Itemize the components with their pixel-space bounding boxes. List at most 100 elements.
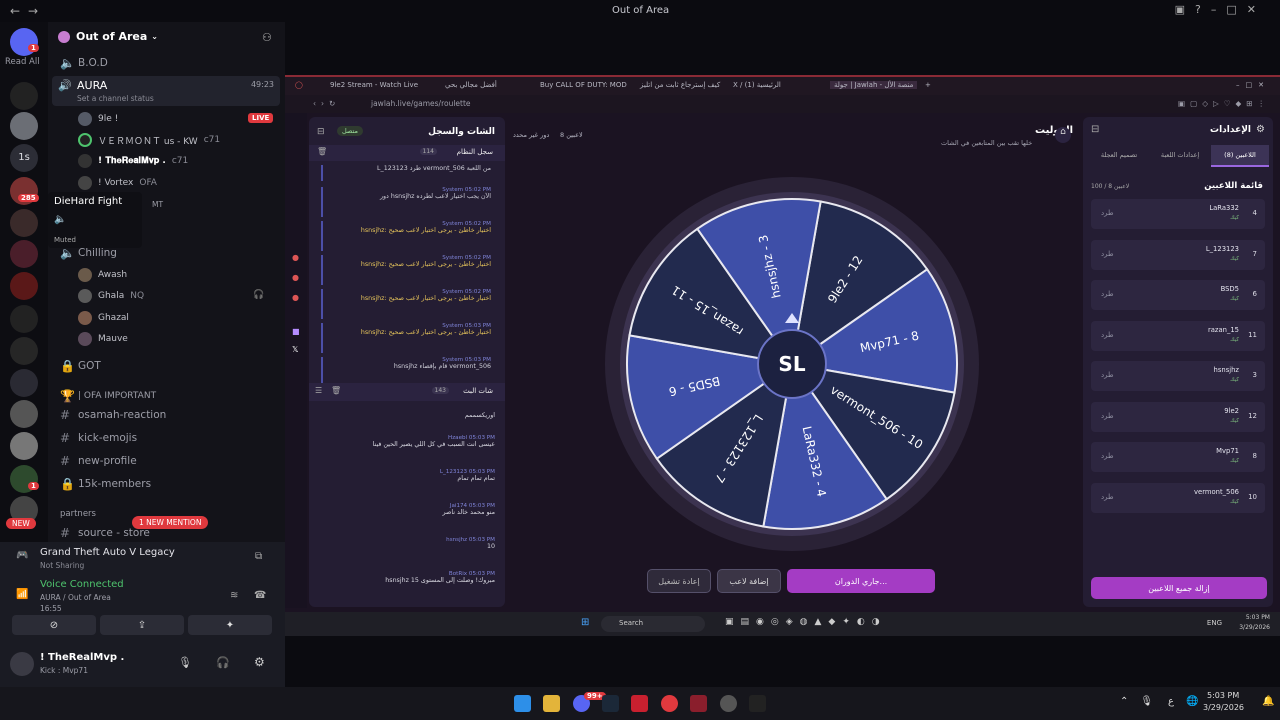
- voice-connected-label[interactable]: Voice Connected: [40, 579, 124, 590]
- add-player-button[interactable]: إضافة لاعب: [717, 569, 781, 593]
- voice-channel-aura[interactable]: 🔊 AURA 49:23 Set a channel status: [52, 76, 280, 106]
- opera-icon[interactable]: ◯: [295, 81, 303, 89]
- screen-share-button[interactable]: ⇪: [100, 615, 184, 635]
- tab-players[interactable]: اللاعبين (8): [1211, 145, 1269, 167]
- category-header[interactable]: partners: [60, 505, 96, 523]
- home-icon[interactable]: ⌂: [1055, 127, 1071, 143]
- browser-tab-active[interactable]: جولة | Jawlah - منصة الأل: [830, 81, 918, 89]
- restart-button[interactable]: إعادة تشغيل: [647, 569, 711, 593]
- channel-status[interactable]: Set a channel status: [77, 94, 154, 103]
- browser-tab[interactable]: أفضل مجالي بحي: [445, 81, 497, 89]
- back-forward-icon[interactable]: ←→: [10, 4, 46, 18]
- windows-start-icon[interactable]: [514, 695, 531, 712]
- text-channel[interactable]: # osamah-reaction: [60, 406, 166, 424]
- browser-tab[interactable]: X / الرئيسية (1): [733, 81, 781, 89]
- disconnect-icon[interactable]: ☎: [254, 590, 266, 601]
- tab-game-settings[interactable]: إعدادات اللعبة: [1151, 145, 1209, 167]
- kick-button[interactable]: طرد: [1101, 493, 1114, 501]
- voice-channel-bod[interactable]: 🔈 B.O.D: [60, 54, 108, 72]
- kick-button[interactable]: طرد: [1101, 209, 1114, 217]
- voice-user[interactable]: Awash: [78, 266, 127, 284]
- kick-button[interactable]: طرد: [1101, 412, 1114, 420]
- list-icon[interactable]: ☰: [315, 386, 322, 395]
- extension-icons[interactable]: ▣▢◇▷♡◆⊞⋮: [1178, 99, 1270, 108]
- microphone-icon[interactable]: 🎙: [178, 656, 192, 669]
- new-mention-pill[interactable]: 1 NEW MENTION: [132, 516, 209, 529]
- server-icon[interactable]: [10, 369, 38, 397]
- sidebar-app-icon[interactable]: ●: [292, 253, 299, 262]
- browser-tab[interactable]: Buy CALL OF DUTY: MOD: [540, 81, 627, 89]
- gear-icon[interactable]: ⚙: [254, 655, 265, 669]
- text-channel[interactable]: 🔒 15k-members: [60, 475, 151, 493]
- remove-all-button[interactable]: إزالة جميع اللاعبين: [1091, 577, 1267, 599]
- nav-arrows-icon[interactable]: ‹›↻: [313, 99, 340, 108]
- new-pill[interactable]: NEW: [6, 518, 36, 529]
- sidebar-app-icon[interactable]: ●: [292, 293, 299, 302]
- app-icon[interactable]: [720, 695, 737, 712]
- read-all-link[interactable]: Read All: [5, 57, 40, 67]
- kick-button[interactable]: طرد: [1101, 371, 1114, 379]
- voice-user[interactable]: Ghala NQ: [78, 287, 144, 305]
- voice-user[interactable]: ＶＥＲＭＯＮＴ us - KW c71: [78, 131, 220, 149]
- user-avatar[interactable]: [10, 652, 34, 676]
- collapse-icon[interactable]: ⊟: [1091, 124, 1099, 135]
- tab-wheel-design[interactable]: تصميم العجلة: [1089, 145, 1149, 167]
- text-channel[interactable]: # new-profile: [60, 452, 137, 470]
- server-icon[interactable]: [10, 272, 38, 300]
- steam-icon[interactable]: [602, 695, 619, 712]
- voice-user[interactable]: 9le !: [78, 110, 118, 128]
- browser-tab[interactable]: 9le2 Stream - Watch Live: [330, 81, 418, 89]
- server-icon[interactable]: [10, 305, 38, 333]
- camera-off-button[interactable]: ⊘: [12, 615, 96, 635]
- twitch-icon[interactable]: ■: [292, 327, 300, 336]
- text-channel[interactable]: # kick-emojis: [60, 429, 137, 447]
- server-icon[interactable]: [10, 400, 38, 428]
- file-explorer-icon[interactable]: [543, 695, 560, 712]
- kick-button[interactable]: طرد: [1101, 290, 1114, 298]
- roulette-wheel[interactable]: 9le2 - 12Mvp71 - 8vermont_506 - 10LaRa33…: [605, 177, 980, 552]
- network-icon[interactable]: 🌐: [1186, 696, 1198, 707]
- x-icon[interactable]: 𝕏: [292, 345, 298, 354]
- voice-user[interactable]: Mauve: [78, 330, 128, 348]
- voice-user[interactable]: Ghazal: [78, 309, 129, 327]
- tray-icons[interactable]: ⌃🎙: [1120, 696, 1165, 707]
- browser-tab[interactable]: كيف إسترجاع ثابت من اتليز: [640, 81, 720, 89]
- trash-icon[interactable]: 🗑: [331, 386, 341, 395]
- spin-button[interactable]: جاري الدوران...: [787, 569, 935, 593]
- kick-button[interactable]: طرد: [1101, 331, 1114, 339]
- server-icon[interactable]: [10, 432, 38, 460]
- sidebar-app-icon[interactable]: ●: [292, 273, 299, 282]
- server-icon[interactable]: [10, 112, 38, 140]
- window-controls[interactable]: –□✕: [1236, 81, 1270, 89]
- share-screen-icon[interactable]: ⧉: [255, 551, 262, 562]
- app-icon[interactable]: [631, 695, 648, 712]
- app-icon[interactable]: [749, 695, 766, 712]
- kick-button[interactable]: طرد: [1101, 452, 1114, 460]
- server-header[interactable]: Out of Area ⌄: [58, 30, 158, 43]
- activities-button[interactable]: ✦: [188, 615, 272, 635]
- voice-user[interactable]: ! Vortex OFA: [78, 174, 157, 192]
- server-icon[interactable]: [10, 337, 38, 365]
- kick-button[interactable]: طرد: [1101, 250, 1114, 258]
- voice-channel-got[interactable]: 🔒 GOT: [60, 357, 101, 375]
- server-icon[interactable]: [10, 240, 38, 268]
- obs-icon[interactable]: [690, 695, 707, 712]
- notification-icon[interactable]: 🔔: [1262, 696, 1274, 707]
- opera-icon[interactable]: [661, 695, 678, 712]
- url-text[interactable]: jawlah.live/games/roulette: [371, 99, 471, 108]
- window-controls[interactable]: ▣?–□✕: [1175, 3, 1266, 16]
- clock-date[interactable]: 3/29/2026: [1203, 703, 1244, 712]
- add-member-icon[interactable]: ⚇: [262, 31, 272, 44]
- headphones-icon[interactable]: 🎧: [216, 656, 230, 669]
- new-tab-icon[interactable]: +: [925, 81, 931, 89]
- server-icon[interactable]: [10, 209, 38, 237]
- server-icon[interactable]: 1s: [10, 144, 38, 172]
- clock-time[interactable]: 5:03 PM: [1207, 691, 1239, 700]
- voice-user[interactable]: ! 𝐓𝐡𝐞𝐑𝐞𝐚𝐥𝐌𝐯𝐩 . c71: [78, 152, 188, 170]
- collapse-icon[interactable]: ⊟: [317, 127, 325, 137]
- noise-suppression-icon[interactable]: ≋: [230, 590, 238, 601]
- server-icon[interactable]: [10, 82, 38, 110]
- language-label[interactable]: ع: [1168, 696, 1174, 707]
- category-header[interactable]: 🏆 | OFA IMPORTANT: [60, 387, 156, 405]
- trash-icon[interactable]: 🗑: [317, 147, 327, 156]
